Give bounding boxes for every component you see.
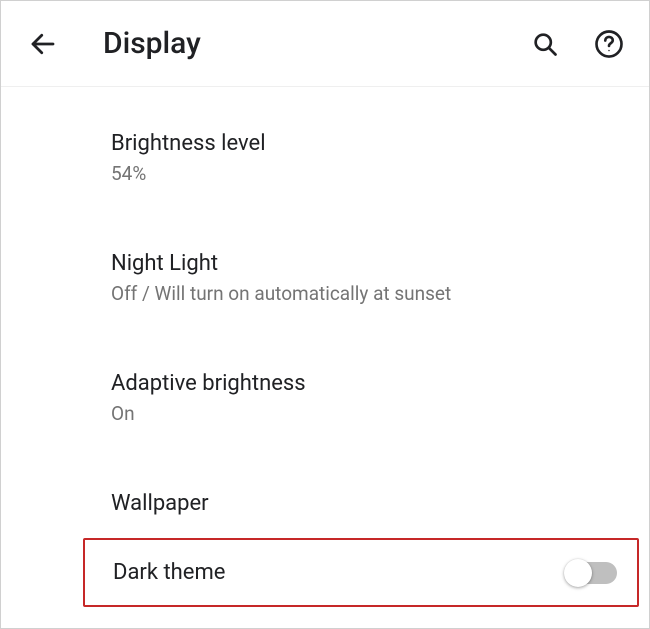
setting-subtitle: On — [111, 402, 306, 425]
setting-text: Dark theme — [113, 560, 225, 585]
help-button[interactable] — [591, 26, 627, 62]
setting-title: Night Light — [111, 251, 451, 276]
header-actions — [527, 26, 627, 62]
search-button[interactable] — [527, 26, 563, 62]
settings-list: Brightness level 54% Night Light Off / W… — [1, 87, 649, 607]
setting-title: Wallpaper — [111, 491, 209, 516]
setting-subtitle: 54% — [111, 162, 266, 185]
night-light-row[interactable]: Night Light Off / Will turn on automatic… — [1, 231, 649, 325]
toggle-knob — [564, 559, 592, 587]
setting-title: Adaptive brightness — [111, 371, 306, 396]
setting-title: Brightness level — [111, 131, 266, 156]
page-title: Display — [103, 26, 527, 61]
adaptive-brightness-row[interactable]: Adaptive brightness On — [1, 351, 649, 445]
dark-theme-row[interactable]: Dark theme — [85, 544, 637, 601]
dark-theme-toggle[interactable] — [567, 562, 617, 584]
app-header: Display — [1, 1, 649, 87]
dark-theme-highlight: Dark theme — [83, 538, 639, 607]
search-icon — [531, 30, 559, 58]
setting-text: Wallpaper — [111, 491, 209, 516]
setting-title: Dark theme — [113, 560, 225, 585]
back-button[interactable] — [23, 24, 63, 64]
wallpaper-row[interactable]: Wallpaper — [1, 471, 649, 536]
setting-text: Brightness level 54% — [111, 131, 266, 185]
brightness-level-row[interactable]: Brightness level 54% — [1, 111, 649, 205]
setting-text: Night Light Off / Will turn on automatic… — [111, 251, 451, 305]
setting-subtitle: Off / Will turn on automatically at suns… — [111, 282, 451, 305]
help-icon — [594, 29, 624, 59]
setting-text: Adaptive brightness On — [111, 371, 306, 425]
arrow-back-icon — [28, 29, 58, 59]
